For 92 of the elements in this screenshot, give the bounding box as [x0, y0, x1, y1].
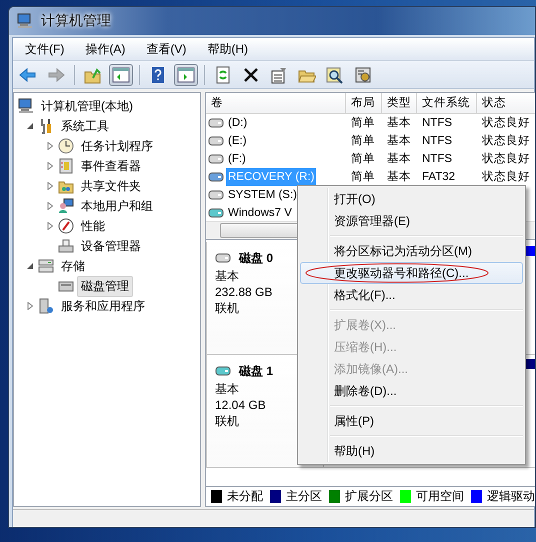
log-icon: [58, 158, 74, 174]
storage-icon: [38, 258, 54, 274]
menu-item[interactable]: 更改驱动器号和路径(C)...: [300, 262, 523, 284]
legend-label: 可用空间: [416, 488, 464, 505]
column-header[interactable]: 文件系统: [417, 93, 477, 114]
pane-icon: [112, 66, 130, 84]
table-cell-text: 状态良好: [481, 152, 531, 167]
pane-button[interactable]: [109, 64, 133, 86]
menu-item[interactable]: 属性(P): [300, 410, 523, 432]
tree-item[interactable]: 设备管理器: [77, 236, 145, 256]
tree-item[interactable]: 性能: [77, 216, 109, 236]
pane-icon: [177, 66, 195, 84]
column-header[interactable]: 类型: [382, 93, 417, 114]
table-cell-text: NTFS: [421, 152, 454, 167]
legend-label: 主分区: [286, 488, 322, 505]
services-icon: [38, 298, 54, 314]
table-cell-text: 简单: [350, 170, 376, 185]
table-cell-text: 基本: [386, 116, 412, 131]
table-cell-text: 简单: [350, 116, 376, 131]
menu-item[interactable]: 查看(V): [140, 38, 192, 60]
tree-item[interactable]: 服务和应用程序: [57, 296, 149, 316]
table-cell-text: 基本: [386, 170, 412, 185]
tree-item[interactable]: 计算机管理(本地): [37, 96, 137, 116]
gauge-icon: [58, 218, 74, 234]
volume-name[interactable]: (E:): [226, 132, 249, 150]
menu-item[interactable]: 操作(A): [79, 38, 132, 60]
legend-label: 扩展分区: [345, 488, 393, 505]
tree-item[interactable]: 共享文件夹: [77, 176, 145, 196]
volume-name[interactable]: (F:): [226, 150, 248, 168]
disk-status: 联机: [215, 413, 240, 429]
table-cell-text: 状态良好: [481, 170, 531, 185]
expand-arrow-icon[interactable]: [46, 222, 54, 230]
expand-arrow-icon[interactable]: [46, 182, 54, 190]
device-icon: [58, 238, 74, 254]
volume-name[interactable]: Windows7 V: [226, 204, 294, 222]
table-cell-text: 简单: [350, 134, 376, 149]
window-title: 计算机管理: [41, 12, 111, 30]
expand-arrow-icon[interactable]: [46, 202, 54, 210]
menu-item[interactable]: 资源管理器(E): [300, 210, 523, 232]
pane-button[interactable]: [174, 64, 198, 86]
forward-arrow-icon: [47, 66, 65, 84]
table-cell-text: NTFS: [421, 134, 454, 149]
computer-icon: [18, 98, 34, 114]
disk-type: 基本: [215, 268, 240, 284]
disk-name: 磁盘 0: [239, 250, 274, 266]
disk-size: 232.88 GB: [215, 284, 274, 300]
computer-icon: [17, 13, 33, 29]
menu-item[interactable]: 打开(O): [300, 188, 523, 210]
disk-name: 磁盘 1: [239, 363, 274, 379]
menu-item[interactable]: 格式化(F)...: [300, 284, 523, 306]
users-icon: [58, 198, 74, 214]
collapse-arrow-icon[interactable]: [26, 262, 34, 270]
column-header[interactable]: 卷: [206, 93, 346, 114]
column-header[interactable]: 布局: [346, 93, 382, 114]
menu-item[interactable]: 删除卷(D)...: [300, 380, 523, 402]
menu-item[interactable]: 帮助(H): [201, 38, 254, 60]
table-cell-text: 状态良好: [481, 116, 531, 131]
table-cell-text: NTFS: [421, 116, 454, 131]
expand-arrow-icon[interactable]: [46, 142, 54, 150]
delete-icon: [242, 66, 260, 84]
menu-item[interactable]: 将分区标记为活动分区(M): [300, 240, 523, 262]
clock-icon: [58, 138, 74, 154]
legend-label: 未分配: [227, 488, 263, 505]
menu-item[interactable]: 帮助(H): [300, 440, 523, 462]
refresh-icon: [214, 66, 232, 84]
tree-item[interactable]: 磁盘管理: [77, 276, 133, 296]
table-cell-text: 简单: [350, 152, 376, 167]
volume-name[interactable]: (D:): [226, 114, 250, 132]
tree-item[interactable]: 事件查看器: [77, 156, 145, 176]
disk-type: 基本: [215, 381, 240, 397]
menu-item[interactable]: 文件(F): [19, 38, 70, 60]
table-cell-text: 状态良好: [481, 134, 531, 149]
help-icon: [149, 66, 167, 84]
table-cell-text: 基本: [386, 134, 412, 149]
expand-arrow-icon[interactable]: [26, 302, 34, 310]
disk-size: 12.04 GB: [215, 397, 267, 413]
wrench-icon: [38, 118, 54, 134]
collapse-arrow-icon[interactable]: [26, 122, 34, 130]
expand-arrow-icon[interactable]: [46, 162, 54, 170]
tree-item[interactable]: 任务计划程序: [77, 136, 157, 156]
volume-name[interactable]: SYSTEM (S:): [226, 186, 300, 204]
tree-item[interactable]: 本地用户和组: [77, 196, 157, 216]
table-cell-text: 基本: [386, 152, 412, 167]
tree-item[interactable]: 系统工具: [57, 116, 113, 136]
table-cell-text: FAT32: [421, 170, 456, 185]
properties-icon: [270, 66, 288, 84]
magnifier-icon: [326, 66, 344, 84]
disk-status: 联机: [215, 300, 240, 316]
folder-up-icon: [84, 66, 102, 84]
back-arrow-icon: [19, 66, 37, 84]
tree-item[interactable]: 存储: [57, 256, 89, 276]
legend-label: 逻辑驱动: [487, 488, 535, 505]
